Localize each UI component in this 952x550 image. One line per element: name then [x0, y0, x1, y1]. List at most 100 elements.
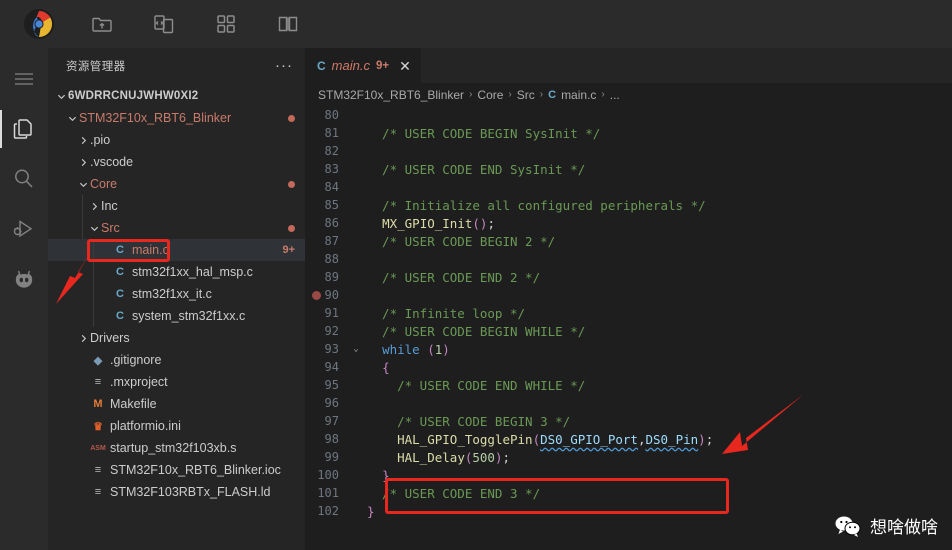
tree-item-label: STM32F10x_RBT6_Blinker	[79, 111, 232, 125]
code-line: 97 /* USER CODE BEGIN 3 */	[305, 412, 952, 430]
compare-files-icon[interactable]	[152, 12, 176, 36]
tree-item-src[interactable]: Src	[48, 217, 305, 239]
file-type-icon: ♛	[93, 420, 103, 433]
chevron-down-icon[interactable]	[76, 179, 90, 189]
code-line: 80	[305, 106, 952, 124]
tree-item-vscode[interactable]: .vscode	[48, 151, 305, 173]
file-type-icon: C	[116, 288, 124, 300]
code-text: /* USER CODE BEGIN 3 */	[367, 413, 571, 429]
line-number: 96	[324, 396, 339, 410]
tree-item-label: platformio.ini	[110, 419, 181, 433]
tree-item-label: .gitignore	[110, 353, 162, 367]
tree-item-inc[interactable]: Inc	[48, 195, 305, 217]
chevron-down-icon[interactable]	[54, 91, 68, 101]
tree-item-label: main.c	[132, 243, 169, 257]
indent-guide	[82, 217, 83, 239]
menu-hamburger-icon[interactable]	[0, 54, 48, 104]
search-icon[interactable]	[0, 154, 48, 204]
code-line: 98 HAL_GPIO_TogglePin(DS0_GPIO_Port,DS0_…	[305, 430, 952, 448]
chevron-down-icon[interactable]	[87, 223, 101, 233]
tree-item-gitignore[interactable]: ◆ .gitignore	[48, 349, 305, 371]
tab-main-c[interactable]: C main.c 9+ ✕	[305, 48, 422, 83]
editor-area: C main.c 9+ ✕ STM32F10x_RBT6_Blinker › Cor…	[305, 48, 952, 550]
line-number: 97	[324, 414, 339, 428]
code-editor-content[interactable]: 80 81 /* USER CODE BEGIN SysInit */ 82 83 /…	[305, 106, 952, 550]
code-text: /* USER CODE BEGIN WHILE */	[367, 323, 586, 339]
tree-item-6wdrrcnujwhw0xi2[interactable]: 6WDRRCNUJWHW0XI2	[48, 85, 305, 107]
tree-item-drivers[interactable]: Drivers	[48, 327, 305, 349]
breakpoint-icon[interactable]	[312, 290, 321, 300]
code-text: /* USER CODE END 2 */	[367, 269, 541, 285]
tree-item-label: Core	[90, 177, 118, 191]
tree-item-label: Src	[101, 221, 120, 235]
grid-apps-icon[interactable]	[214, 12, 238, 36]
tree-item-startup-stm32f103xb-s[interactable]: ASM startup_stm32f103xb.s	[48, 437, 305, 459]
title-bar	[0, 0, 952, 48]
code-line: 94 {	[305, 358, 952, 376]
breadcrumb-item[interactable]: STM32F10x_RBT6_Blinker	[318, 88, 464, 102]
fold-chevron-icon[interactable]: ⌄	[349, 344, 363, 354]
line-number: 85	[324, 198, 339, 212]
breadcrumb-item[interactable]: ...	[610, 88, 620, 102]
code-text: /* USER CODE BEGIN SysInit */	[367, 125, 601, 141]
tree-item-stm32f1xx-hal-msp-c[interactable]: Cstm32f1xx_hal_msp.c	[48, 261, 305, 283]
code-line: 92 /* USER CODE BEGIN WHILE */	[305, 322, 952, 340]
tree-item-stm32f103rbtx-flash-ld[interactable]: ≡ STM32F103RBTx_FLASH.ld	[48, 481, 305, 503]
code-line: 93 ⌄ while (1)	[305, 340, 952, 358]
code-line: 88	[305, 250, 952, 268]
file-type-icon: C	[116, 244, 124, 256]
indent-guide	[93, 261, 94, 283]
breadcrumb-item[interactable]: Src	[517, 88, 535, 102]
chevron-right-icon[interactable]	[87, 201, 101, 211]
chevron-right-icon[interactable]	[76, 157, 90, 167]
c-file-icon: C	[317, 58, 326, 73]
code-line: 91 /* Infinite loop */	[305, 304, 952, 322]
tree-item-core[interactable]: Core	[48, 173, 305, 195]
chevron-right-icon[interactable]	[76, 135, 90, 145]
file-type-icon: C	[116, 266, 124, 278]
breadcrumb-item[interactable]: main.c	[561, 88, 596, 102]
tree-item-mxproject[interactable]: ≡ .mxproject	[48, 371, 305, 393]
code-line: 84	[305, 178, 952, 196]
tree-item-modified-dot	[288, 114, 295, 122]
tree-item-pio[interactable]: .pio	[48, 129, 305, 151]
chevron-down-icon[interactable]	[65, 113, 79, 123]
chevron-right-icon[interactable]	[76, 333, 90, 343]
breadcrumb-separator: ›	[508, 89, 512, 100]
watermark-text: 想啥做啥	[870, 518, 938, 538]
wechat-watermark: 想啥做啥	[835, 513, 938, 538]
code-line: 100 }	[305, 466, 952, 484]
tree-item-stm32f10x-rbt6-blinker-ioc[interactable]: ≡ STM32F10x_RBT6_Blinker.ioc	[48, 459, 305, 481]
breadcrumb-item[interactable]: Core	[477, 88, 503, 102]
tree-item-system-stm32f1xx-c[interactable]: Csystem_stm32f1xx.c	[48, 305, 305, 327]
code-text: {	[382, 359, 390, 375]
tree-item-label: Inc	[101, 199, 118, 213]
indent-guide	[93, 239, 94, 261]
line-number: 81	[324, 126, 339, 140]
tree-item-problem-badge: 9+	[282, 244, 295, 256]
code-line: 96	[305, 394, 952, 412]
explorer-files-icon[interactable]	[0, 104, 48, 154]
tree-item-stm32f10x-rbt6-blinker[interactable]: STM32F10x_RBT6_Blinker	[48, 107, 305, 129]
tree-item-stm32f1xx-it-c[interactable]: Cstm32f1xx_it.c	[48, 283, 305, 305]
line-number: 89	[324, 270, 339, 284]
open-folder-icon[interactable]	[90, 12, 114, 36]
sidebar-more-actions-icon[interactable]: ···	[275, 58, 293, 73]
titlebar-icon-group	[90, 12, 300, 36]
run-and-debug-icon[interactable]	[0, 204, 48, 254]
tree-item-platformio-ini[interactable]: ♛ platformio.ini	[48, 415, 305, 437]
platformio-alien-icon[interactable]	[0, 254, 48, 304]
tree-item-main-c[interactable]: Cmain.c 9+	[48, 239, 305, 261]
breadcrumb-separator: ›	[469, 89, 473, 100]
tab-label: main.c	[331, 58, 370, 73]
close-icon[interactable]: ✕	[399, 59, 411, 73]
code-line: 89 /* USER CODE END 2 */	[305, 268, 952, 286]
book-library-icon[interactable]	[276, 12, 300, 36]
line-number: 98	[324, 432, 339, 446]
sidebar-title: 资源管理器	[66, 60, 126, 73]
line-number: 91	[324, 306, 339, 320]
line-number: 92	[324, 324, 339, 338]
line-number: 88	[324, 252, 339, 266]
tree-item-makefile[interactable]: M Makefile	[48, 393, 305, 415]
code-text: /* Initialize all configured peripherals…	[367, 197, 706, 213]
